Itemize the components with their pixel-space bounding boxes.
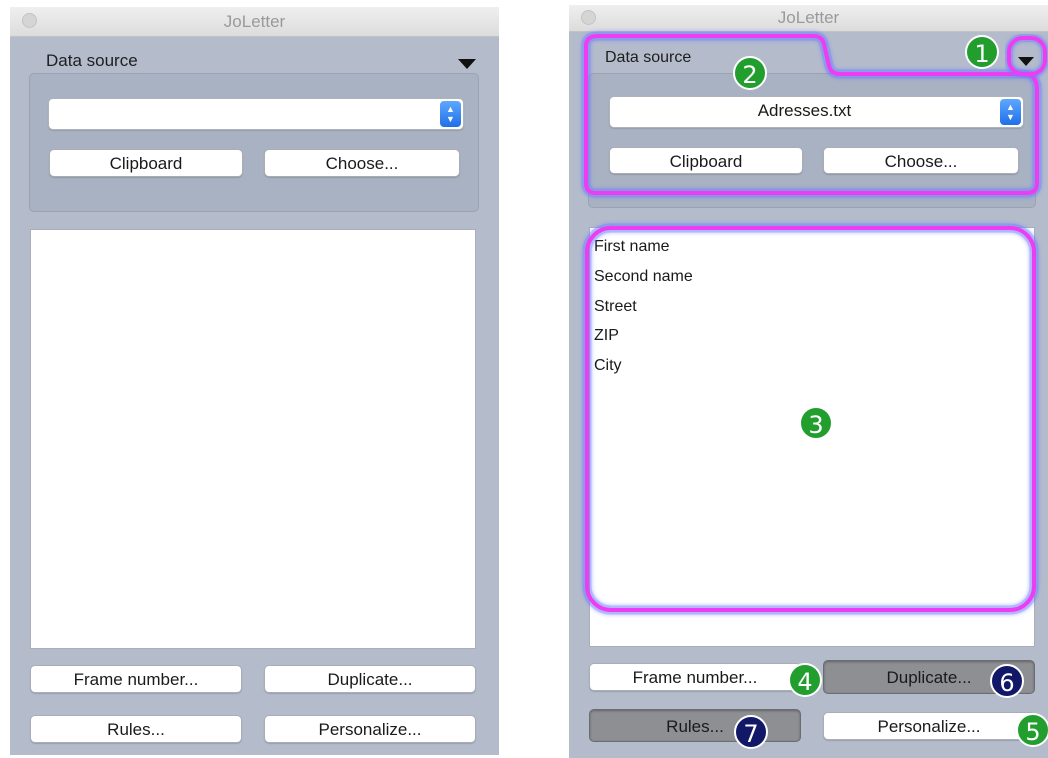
- list-item[interactable]: Street: [594, 298, 637, 316]
- list-item[interactable]: City: [594, 357, 622, 375]
- window-title: JoLetter: [223, 12, 286, 31]
- popup-arrows-icon: ▲ ▼: [1000, 99, 1021, 125]
- disclosure-triangle-icon[interactable]: [1018, 57, 1034, 66]
- data-source-box: ▲ ▼ Clipboard Choose...: [29, 73, 479, 212]
- popup-value: Adresses.txt: [757, 101, 852, 120]
- rules-button[interactable]: Rules...: [589, 709, 801, 742]
- title-bar: JoLetter: [569, 5, 1048, 32]
- personalize-button[interactable]: Personalize...: [823, 712, 1035, 740]
- duplicate-button[interactable]: Duplicate...: [264, 665, 476, 693]
- disclosure-triangle-icon[interactable]: [458, 59, 476, 69]
- data-source-label: Data source: [605, 49, 692, 66]
- callout-badge: 6: [990, 664, 1024, 698]
- field-list[interactable]: [30, 229, 476, 649]
- callout-badge: 3: [799, 406, 833, 440]
- data-source-label: Data source: [46, 51, 138, 70]
- list-item[interactable]: Second name: [594, 268, 693, 286]
- window-title: JoLetter: [777, 8, 840, 27]
- callout-badge: 5: [1016, 713, 1048, 747]
- data-source-box: Adresses.txt ▲ ▼ Clipboard Choose...: [588, 73, 1036, 208]
- data-source-popup[interactable]: Adresses.txt ▲ ▼: [609, 96, 1024, 128]
- choose-button[interactable]: Choose...: [264, 149, 460, 177]
- frame-number-button[interactable]: Frame number...: [30, 665, 242, 693]
- list-item[interactable]: ZIP: [594, 327, 619, 345]
- right-window: JoLetter Data source Adresses.txt ▲ ▼ Cli…: [569, 5, 1048, 758]
- callout-badge: 7: [734, 715, 768, 749]
- title-bar: JoLetter: [10, 7, 499, 37]
- rules-button[interactable]: Rules...: [30, 715, 242, 743]
- clipboard-button[interactable]: Clipboard: [609, 147, 803, 174]
- list-item[interactable]: First name: [594, 238, 670, 256]
- callout-badge: 1: [965, 35, 999, 69]
- callout-badge: 2: [733, 56, 767, 90]
- data-source-popup[interactable]: ▲ ▼: [48, 98, 464, 130]
- callout-badge: 4: [788, 663, 822, 697]
- choose-button[interactable]: Choose...: [823, 147, 1019, 174]
- left-window: JoLetter Data source ▲ ▼ Clipboard Choose…: [10, 7, 499, 755]
- personalize-button[interactable]: Personalize...: [264, 715, 476, 743]
- frame-number-button[interactable]: Frame number...: [589, 663, 801, 691]
- clipboard-button[interactable]: Clipboard: [49, 149, 243, 177]
- popup-arrows-icon: ▲ ▼: [440, 101, 461, 127]
